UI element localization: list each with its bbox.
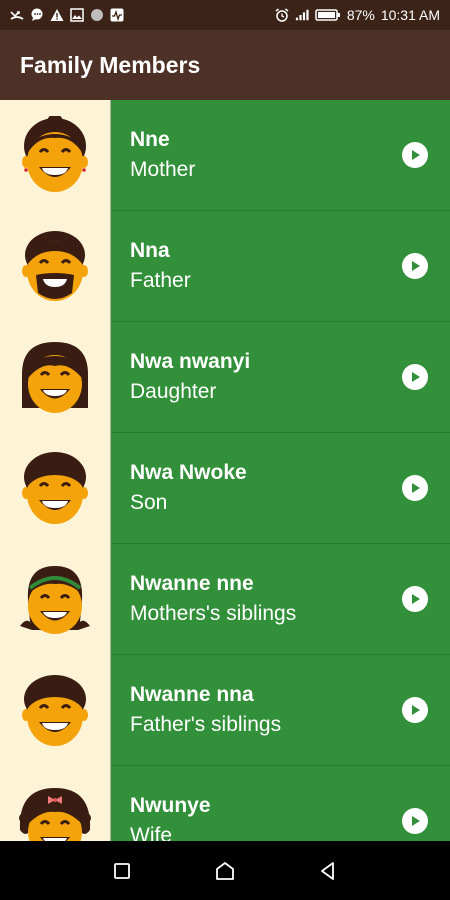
member-texts: Nwunye Wife (130, 794, 211, 841)
list-item[interactable]: Nwanne nna Father's siblings (0, 655, 450, 766)
english-translation: Father's siblings (130, 713, 282, 736)
missed-call-icon (10, 8, 24, 22)
avatar (0, 766, 111, 841)
igbo-word: Nwa Nwoke (130, 461, 247, 484)
alarm-icon (275, 8, 289, 22)
mother-avatar-icon (22, 115, 88, 192)
battery-percent: 87% (346, 7, 375, 23)
play-icon[interactable] (402, 364, 428, 390)
list-item[interactable]: Nna Father (0, 211, 450, 322)
list-item[interactable]: Nne Mother (0, 100, 450, 211)
avatar (0, 100, 111, 211)
member-content[interactable]: Nwa nwanyi Daughter (111, 322, 450, 432)
warning-icon (50, 8, 64, 22)
battery-icon (315, 8, 341, 22)
list-item[interactable]: Nwa Nwoke Son (0, 433, 450, 544)
play-icon[interactable] (402, 142, 428, 168)
father-avatar-icon (22, 230, 88, 301)
avatar (0, 322, 111, 433)
member-texts: Nna Father (130, 239, 191, 293)
member-content[interactable]: Nna Father (111, 211, 450, 321)
home-icon[interactable] (205, 851, 245, 891)
member-texts: Nwanne nne Mothers's siblings (130, 572, 296, 626)
recents-icon[interactable] (102, 851, 142, 891)
member-content[interactable]: Nwanne nne Mothers's siblings (111, 544, 450, 654)
igbo-word: Nwa nwanyi (130, 350, 251, 373)
list-item[interactable]: Nwa nwanyi Daughter (0, 322, 450, 433)
play-icon[interactable] (402, 253, 428, 279)
play-icon[interactable] (402, 808, 428, 834)
member-content[interactable]: Nwanne nna Father's siblings (111, 655, 450, 765)
chat-icon (30, 8, 44, 22)
play-icon[interactable] (402, 586, 428, 612)
activity-icon (110, 8, 124, 22)
english-translation: Father (130, 269, 191, 292)
member-texts: Nwanne nna Father's siblings (130, 683, 281, 737)
circle-icon (90, 8, 104, 22)
igbo-word: Nwunye (130, 794, 211, 817)
status-bar: 87% 10:31 AM (0, 0, 450, 30)
member-content[interactable]: Nwunye Wife (111, 766, 450, 841)
igbo-word: Nna (130, 239, 170, 262)
english-translation: Daughter (130, 380, 217, 403)
son-avatar-icon (22, 451, 88, 524)
english-translation: Mothers's siblings (130, 602, 297, 625)
list-item[interactable]: Nwunye Wife (0, 766, 450, 841)
signal-icon (295, 8, 309, 22)
english-translation: Son (130, 491, 168, 514)
daughter-avatar-icon (22, 341, 88, 413)
play-icon[interactable] (402, 475, 428, 501)
member-texts: Nne Mother (130, 128, 195, 182)
avatar (0, 211, 111, 322)
image-icon (70, 8, 84, 22)
status-left-icons (10, 8, 124, 22)
igbo-word: Nne (130, 128, 170, 151)
page-title: Family Members (20, 51, 201, 78)
list-item[interactable]: Nwanne nne Mothers's siblings (0, 544, 450, 655)
play-icon[interactable] (402, 697, 428, 723)
clock: 10:31 AM (380, 7, 440, 23)
member-texts: Nwa nwanyi Daughter (130, 350, 250, 404)
avatar (0, 544, 111, 655)
english-translation: Mother (130, 158, 196, 181)
avatar (0, 433, 111, 544)
avatar (0, 655, 111, 766)
fathers-siblings-avatar-icon (22, 674, 88, 746)
mothers-siblings-avatar-icon (20, 565, 90, 634)
back-icon[interactable] (308, 851, 348, 891)
status-right-icons: 87% 10:31 AM (275, 7, 440, 23)
igbo-word: Nwanne nna (130, 683, 254, 706)
member-texts: Nwa Nwoke Son (130, 461, 247, 515)
member-content[interactable]: Nne Mother (111, 100, 450, 210)
igbo-word: Nwanne nne (130, 572, 254, 595)
navigation-bar (0, 841, 450, 900)
english-translation: Wife (130, 824, 172, 841)
app-bar: Family Members (0, 30, 450, 100)
wife-avatar-icon (19, 787, 91, 841)
family-members-list[interactable]: Nne Mother Nna Father Nwa nwanyi Daughte… (0, 100, 450, 841)
member-content[interactable]: Nwa Nwoke Son (111, 433, 450, 543)
